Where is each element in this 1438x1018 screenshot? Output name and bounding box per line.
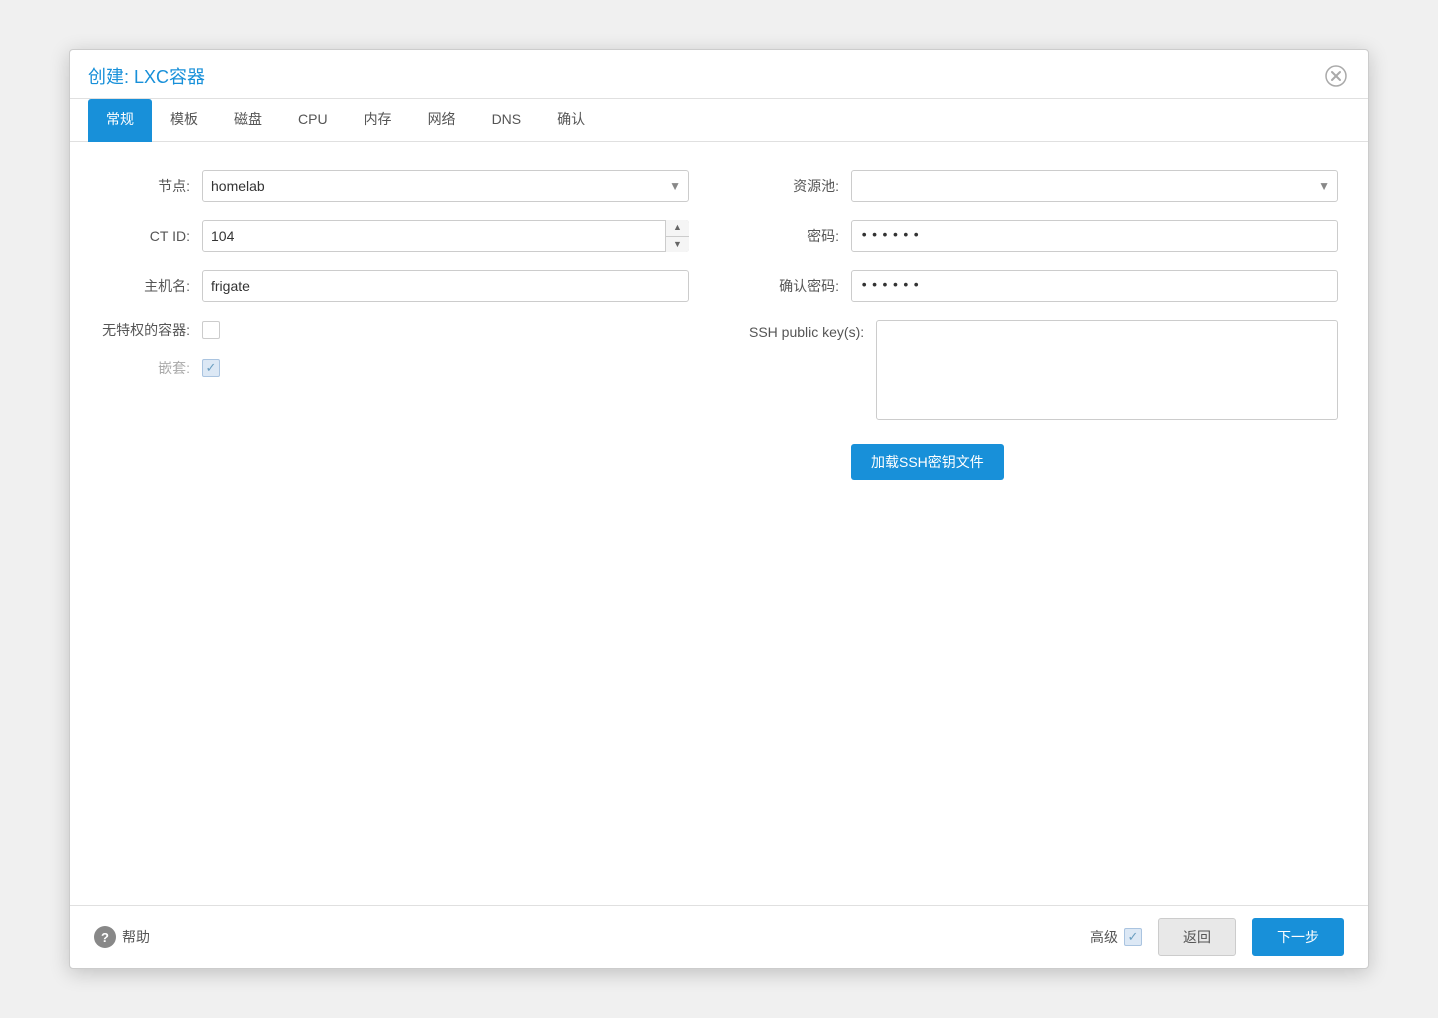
ctid-row: CT ID: ▲ ▼ xyxy=(100,220,689,252)
tab-memory[interactable]: 内存 xyxy=(346,99,410,142)
ssh-row: SSH public key(s): xyxy=(749,320,1338,420)
load-ssh-row: 加载SSH密钥文件 xyxy=(749,438,1338,480)
node-row: 节点: homelab ▼ xyxy=(100,170,689,202)
ctid-decrement-button[interactable]: ▼ xyxy=(666,237,689,253)
ctid-increment-button[interactable]: ▲ xyxy=(666,220,689,237)
ctid-input[interactable] xyxy=(202,220,689,252)
nesting-row: 嵌套: xyxy=(100,358,689,378)
nesting-label: 嵌套: xyxy=(100,358,190,378)
tab-disk[interactable]: 磁盘 xyxy=(216,99,280,142)
nesting-checkbox[interactable] xyxy=(202,359,220,377)
dialog-title: 创建: LXC容器 xyxy=(88,63,205,89)
load-ssh-button[interactable]: 加载SSH密钥文件 xyxy=(851,444,1004,480)
back-button[interactable]: 返回 xyxy=(1158,918,1236,956)
tab-network[interactable]: 网络 xyxy=(410,99,474,142)
confirm-password-label: 确认密码: xyxy=(749,276,839,296)
node-select-wrapper: homelab ▼ xyxy=(202,170,689,202)
advanced-label: 高级 xyxy=(1090,927,1118,947)
dialog-footer: ? 帮助 高级 返回 下一步 xyxy=(70,905,1368,968)
pool-row: 资源池: ▼ xyxy=(749,170,1338,202)
tab-confirm[interactable]: 确认 xyxy=(539,99,603,142)
form-area: 节点: homelab ▼ CT ID: ▲ ▼ xyxy=(70,142,1368,905)
help-button[interactable]: ? 帮助 xyxy=(94,926,150,948)
confirm-password-input[interactable] xyxy=(851,270,1338,302)
pool-select-wrapper: ▼ xyxy=(851,170,1338,202)
unprivileged-row: 无特权的容器: xyxy=(100,320,689,340)
ssh-textarea[interactable] xyxy=(876,320,1338,420)
ctid-spinbox-buttons: ▲ ▼ xyxy=(665,220,689,252)
tab-template[interactable]: 模板 xyxy=(152,99,216,142)
ssh-label: SSH public key(s): xyxy=(749,320,864,340)
close-icon xyxy=(1325,65,1347,87)
dialog-header: 创建: LXC容器 xyxy=(70,50,1368,99)
close-button[interactable] xyxy=(1322,62,1350,90)
footer-left: ? 帮助 xyxy=(94,926,150,948)
tab-general[interactable]: 常规 xyxy=(88,99,152,142)
hostname-label: 主机名: xyxy=(100,276,190,296)
node-select[interactable]: homelab xyxy=(202,170,689,202)
dialog-title-main: LXC容器 xyxy=(134,67,205,87)
advanced-checkbox[interactable] xyxy=(1124,928,1142,946)
pool-label: 资源池: xyxy=(749,176,839,196)
unprivileged-checkbox[interactable] xyxy=(202,321,220,339)
help-label: 帮助 xyxy=(122,927,150,947)
advanced-row: 高级 xyxy=(1090,927,1142,947)
hostname-input[interactable] xyxy=(202,270,689,302)
confirm-password-row: 确认密码: xyxy=(749,270,1338,302)
nesting-checkbox-wrapper xyxy=(202,359,220,377)
tabs-bar: 常规 模板 磁盘 CPU 内存 网络 DNS 确认 xyxy=(70,99,1368,142)
pool-select[interactable] xyxy=(851,170,1338,202)
hostname-row: 主机名: xyxy=(100,270,689,302)
unprivileged-checkbox-wrapper xyxy=(202,321,220,339)
dialog: 创建: LXC容器 常规 模板 磁盘 CPU 内存 网络 DNS 确认 节点: xyxy=(69,49,1369,969)
form-left-col: 节点: homelab ▼ CT ID: ▲ ▼ xyxy=(100,170,689,480)
ctid-label: CT ID: xyxy=(100,228,190,244)
node-label: 节点: xyxy=(100,176,190,196)
footer-right: 高级 返回 下一步 xyxy=(1090,918,1344,956)
help-icon: ? xyxy=(94,926,116,948)
next-button[interactable]: 下一步 xyxy=(1252,918,1344,956)
unprivileged-label: 无特权的容器: xyxy=(100,320,190,340)
dialog-title-prefix: 创建: xyxy=(88,67,134,87)
ctid-spinbox-wrapper: ▲ ▼ xyxy=(202,220,689,252)
password-row: 密码: xyxy=(749,220,1338,252)
tab-cpu[interactable]: CPU xyxy=(280,101,346,140)
password-label: 密码: xyxy=(749,226,839,246)
form-right-col: 资源池: ▼ 密码: 确认密码: SSH public k xyxy=(749,170,1338,480)
tab-dns[interactable]: DNS xyxy=(474,101,540,140)
password-input[interactable] xyxy=(851,220,1338,252)
